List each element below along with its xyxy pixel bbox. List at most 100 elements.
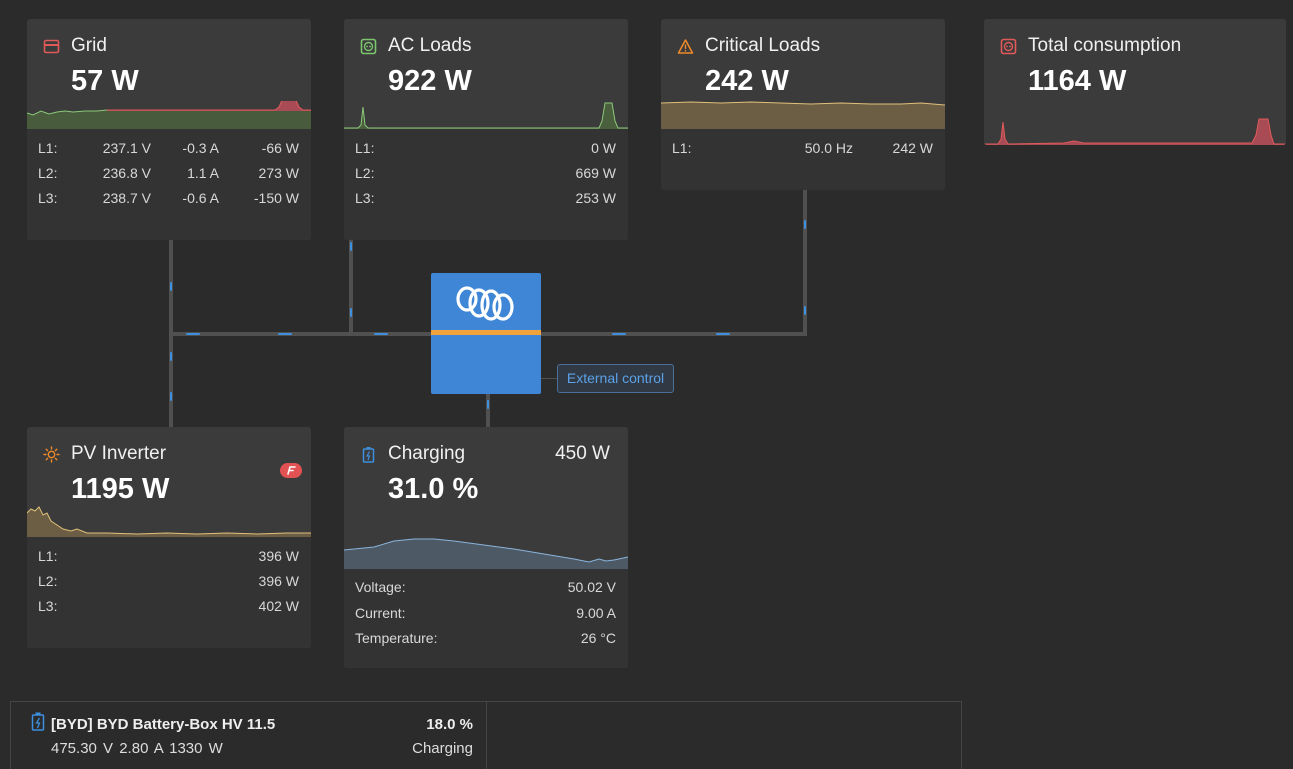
total-consumption-title: Total consumption [1028, 35, 1182, 56]
power-value: 396 W [258, 573, 299, 589]
voltage-label: Voltage: [355, 579, 406, 595]
ac-loads-row-l2: L2: 669 W [355, 163, 616, 188]
power-value: 396 W [258, 548, 299, 564]
charging-title: Charging [388, 443, 466, 464]
grid-meter-icon [43, 39, 60, 54]
current-value: -0.6 A [182, 190, 219, 206]
ac-loads-row-l3: L3: 253 W [355, 188, 616, 213]
battery-charging-card[interactable]: Charging 450 W 31.0 % Voltage: 50.02 V C… [344, 427, 628, 668]
battery-sparkline [344, 538, 628, 569]
inverter-stripe [431, 330, 541, 335]
battery-charging-icon [31, 712, 45, 731]
frequency-value: 50.0 Hz [804, 140, 853, 156]
pv-row-l3: L3: 402 W [38, 596, 299, 621]
pv-row-l2: L2: 396 W [38, 571, 299, 596]
fronius-badge-icon [280, 463, 302, 478]
battery-charging-icon [362, 447, 375, 463]
phase-label: L1: [672, 140, 692, 156]
flow-dot [186, 333, 200, 335]
ac-loads-card[interactable]: AC Loads 922 W L1: 0 W L2: 669 W L3: 253… [344, 19, 628, 240]
flow-dot [350, 242, 352, 251]
warning-icon [677, 39, 694, 54]
power-value: -150 W [253, 190, 299, 206]
pv-inverter-power-value: 1195 W [71, 473, 170, 505]
critical-loads-sparkline [661, 101, 945, 129]
pv-inverter-card[interactable]: PV Inverter 1195 W L1: 396 W L2: 396 W L… [27, 427, 311, 648]
power-value: 0 W [591, 140, 616, 156]
voltage-value: 238.7 V [102, 190, 151, 206]
ac-loads-sparkline [344, 102, 628, 129]
current-value: 9.00 A [576, 604, 616, 621]
battery-current-row: Current: 9.00 A [355, 603, 616, 629]
flow-dot [170, 352, 172, 361]
power-value: 253 W [575, 190, 616, 206]
power-value: -66 W [261, 140, 299, 156]
battery-voltage-row: Voltage: 50.02 V [355, 577, 616, 603]
flow-dot [374, 333, 388, 335]
flow-dot [170, 282, 172, 291]
grid-row-l3: L3: 238.7 V -0.6 A -150 W [38, 188, 299, 213]
ac-loads-power-value: 922 W [388, 65, 472, 97]
flow-dot [804, 306, 806, 315]
critical-loads-power-value: 242 W [705, 65, 789, 97]
phase-label: L1: [38, 140, 58, 156]
critical-loads-card[interactable]: Critical Loads 242 W L1: 50.0 Hz 242 W [661, 19, 945, 190]
battery-state: Charging [412, 740, 473, 757]
ac-loads-title: AC Loads [388, 35, 472, 56]
battery-temperature-row: Temperature: 26 °C [355, 628, 616, 654]
flow-dot [278, 333, 292, 335]
grid-row-l2: L2: 236.8 V 1.1 A 273 W [38, 163, 299, 188]
socket-icon [1000, 38, 1017, 55]
flow-dot [487, 400, 489, 409]
total-consumption-card[interactable]: Total consumption 1164 W [984, 19, 1286, 145]
sun-icon [43, 446, 60, 463]
flow-dot [350, 308, 352, 317]
battery-stats: 475.30 V 2.80 A 1330 W [51, 740, 223, 757]
grid-title: Grid [71, 35, 107, 56]
external-control-connector [541, 378, 557, 379]
power-value: 402 W [258, 598, 299, 614]
phase-label: L3: [38, 190, 58, 206]
phase-label: L1: [38, 548, 58, 564]
critical-loads-row-l1: L1: 50.0 Hz 242 W [672, 138, 933, 163]
flow-dot [612, 333, 626, 335]
phase-label: L2: [38, 165, 58, 181]
temperature-label: Temperature: [355, 630, 438, 646]
total-consumption-sparkline [984, 118, 1286, 145]
battery-soc: 18.0 % [426, 716, 473, 733]
current-label: Current: [355, 604, 406, 621]
critical-loads-title: Critical Loads [705, 35, 821, 56]
total-consumption-value: 1164 W [1028, 65, 1127, 97]
battery-name: [BYD] BYD Battery-Box HV 11.5 [51, 716, 276, 733]
power-value: 669 W [575, 165, 616, 181]
charging-power-value: 450 W [555, 443, 610, 464]
voltage-value: 237.1 V [102, 140, 151, 156]
flow-dot [804, 220, 806, 229]
grid-sparkline [27, 101, 311, 129]
battery-soc-value: 31.0 % [388, 473, 479, 505]
voltage-value: 236.8 V [102, 165, 151, 181]
pv-row-l1: L1: 396 W [38, 546, 299, 571]
temperature-value: 26 °C [580, 630, 616, 646]
flow-dot [716, 333, 730, 335]
grid-row-l1: L1: 237.1 V -0.3 A -66 W [38, 138, 299, 163]
grid-power-value: 57 W [71, 65, 139, 97]
inverter-charger-box[interactable] [431, 273, 541, 394]
panel-divider [486, 702, 487, 769]
battery-list-panel: [BYD] BYD Battery-Box HV 11.5 475.30 V 2… [10, 701, 962, 769]
pv-inverter-title: PV Inverter [71, 443, 167, 464]
victron-logo-icon [456, 286, 514, 321]
power-value: 273 W [258, 165, 299, 181]
phase-label: L3: [355, 190, 375, 206]
phase-label: L2: [38, 573, 58, 589]
external-control-button[interactable]: External control [557, 364, 674, 393]
socket-icon [360, 38, 377, 55]
grid-card[interactable]: Grid 57 W L1: 237.1 V -0.3 A -66 W L2: 2… [27, 19, 311, 240]
ac-loads-connector-line [349, 240, 353, 336]
phase-label: L1: [355, 140, 375, 156]
flow-dot [170, 392, 172, 401]
phase-label: L3: [38, 598, 58, 614]
current-value: 1.1 A [187, 165, 219, 181]
ac-loads-row-l1: L1: 0 W [355, 138, 616, 163]
pv-inverter-sparkline [27, 506, 311, 537]
